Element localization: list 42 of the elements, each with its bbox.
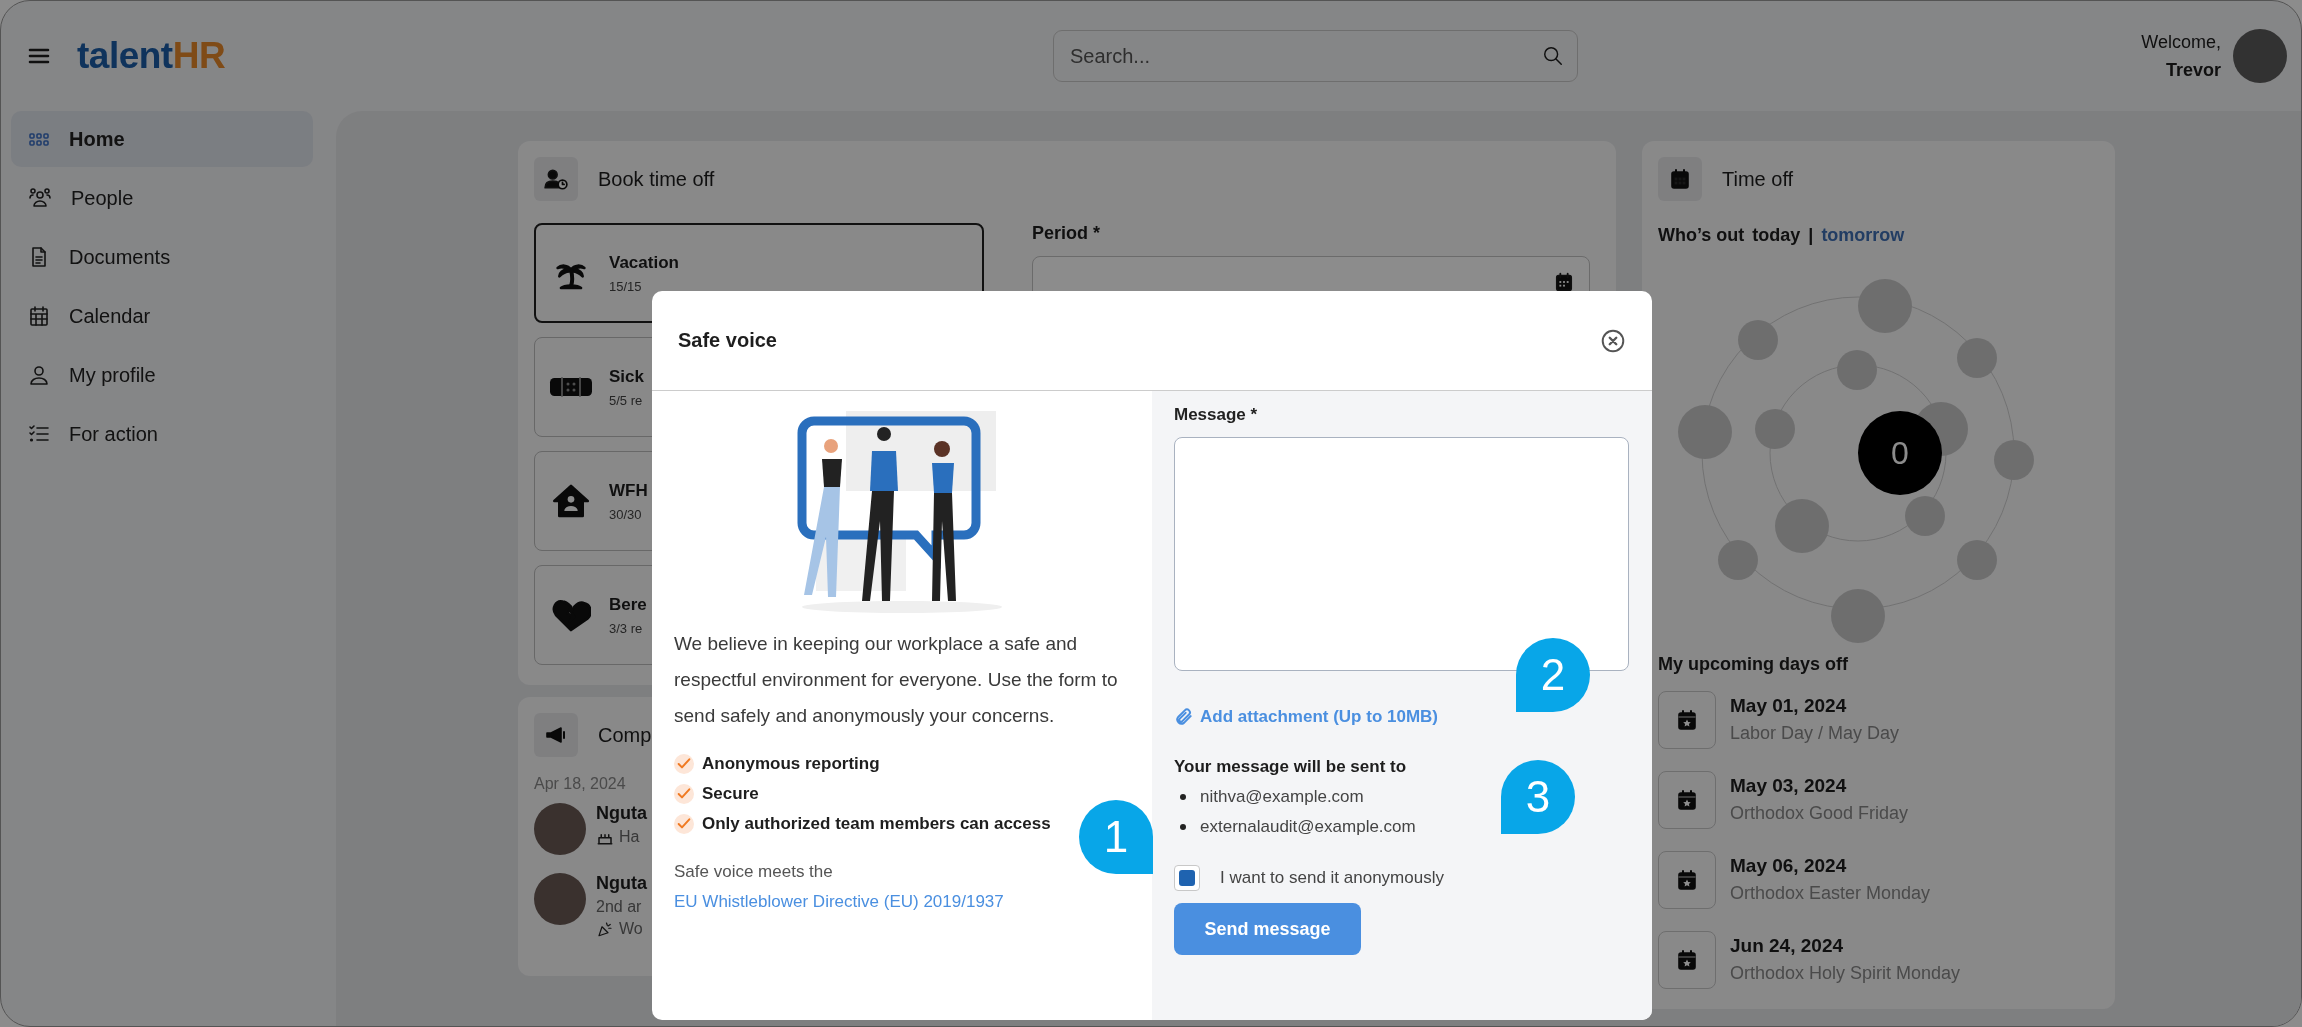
description-text: We believe in keeping our workplace a safe and respectful environment for everyone. Use the form to send safely and anonymously your concerns. xyxy=(674,632,1119,728)
holiday-name: Orthodox Easter Monday xyxy=(1730,883,1931,904)
holiday-name: Orthodox Good Friday xyxy=(1730,803,1909,824)
separator-text: | xyxy=(1808,225,1814,246)
employee-name: Nguta xyxy=(596,873,647,894)
event-text: 2nd ar xyxy=(596,898,642,916)
holiday-name: Orthodox Holy Spirit Monday xyxy=(1730,963,1961,984)
leave-balance: 3/3 re xyxy=(609,620,644,636)
leave-balance: 5/5 re xyxy=(609,392,644,408)
employee-name: Nguta xyxy=(596,803,647,824)
card-title: Book time off xyxy=(598,167,715,191)
dialog-title: Safe voice xyxy=(678,329,777,352)
holiday-date: Jun 24, 2024 xyxy=(1730,935,1845,957)
recipients-title: Your message will be sent to xyxy=(1174,757,1408,777)
user-name: Trevor xyxy=(2165,59,2221,82)
event-text: Ha xyxy=(619,828,640,846)
compliance-text: Safe voice meets the xyxy=(674,862,834,882)
whos-out-label: Who’s out xyxy=(1658,225,1745,246)
field-label: Message * xyxy=(1174,405,1259,425)
field-label: Period * xyxy=(1032,223,1102,244)
section-title: My upcoming days off xyxy=(1658,654,1849,675)
leave-balance: 15/15 xyxy=(609,278,643,294)
card-title: Comp xyxy=(598,723,652,747)
leave-balance: 30/30 xyxy=(609,506,643,522)
leave-type-name: WFH xyxy=(609,480,648,501)
event-text: Wo xyxy=(619,920,643,938)
checkbox-label: I want to send it anonymously xyxy=(1220,868,1444,888)
recipient-email: nithva@example.com xyxy=(1200,787,1364,807)
feature-text: Anonymous reporting xyxy=(702,754,880,774)
holiday-date: May 03, 2024 xyxy=(1730,775,1848,797)
welcome-text: Welcome, xyxy=(2141,31,2221,54)
card-title: Time off xyxy=(1722,167,1794,191)
holiday-date: May 06, 2024 xyxy=(1730,855,1848,877)
leave-type-name: Bere xyxy=(609,594,647,615)
leave-type-name: Sick xyxy=(609,366,644,387)
leave-type-name: Vacation xyxy=(609,252,679,273)
out-count-badge: 0 xyxy=(1858,411,1942,495)
feature-text: Secure xyxy=(702,784,759,804)
feature-text: Only authorized team members can access xyxy=(702,814,1051,834)
holiday-name: Labor Day / May Day xyxy=(1730,723,1900,744)
recipient-email: externalaudit@example.com xyxy=(1200,817,1416,837)
holiday-date: May 01, 2024 xyxy=(1730,695,1848,717)
